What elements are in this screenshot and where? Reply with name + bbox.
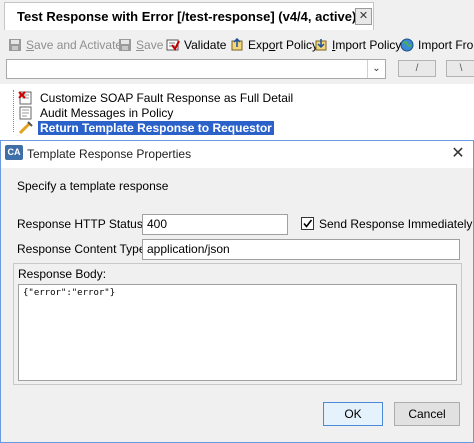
assertion-search-combo[interactable]: ⌄ <box>6 59 386 79</box>
template-response-icon <box>18 120 34 135</box>
tree-item-label: Customize SOAP Fault Response as Full De… <box>40 90 294 105</box>
validate-icon <box>166 38 180 52</box>
export-label-pre: Exp <box>248 38 269 52</box>
save-activate-label-post: ave and Activate <box>34 38 123 52</box>
save-label-post: ave <box>144 38 164 52</box>
content-type-input[interactable]: application/json <box>142 239 460 260</box>
validate-label: Validate <box>184 38 227 52</box>
import-policy-button[interactable]: Import Policy <box>314 36 401 54</box>
tree-item-selected[interactable]: Return Template Response to Requestor <box>8 120 274 135</box>
dialog-title: Template Response Properties <box>27 147 192 161</box>
export-icon <box>230 37 244 52</box>
search-next-button[interactable]: / <box>398 60 436 77</box>
dialog-titlebar[interactable]: CA Template Response Properties ✕ <box>1 141 473 168</box>
import-icon <box>314 38 328 52</box>
search-previous-button[interactable]: \ <box>446 60 474 77</box>
save-label-mnemonic: S <box>136 38 145 52</box>
audit-icon <box>18 106 34 120</box>
policy-tab[interactable]: Test Response with Error [/test-response… <box>4 2 374 30</box>
save-activate-icon <box>8 38 22 52</box>
template-response-dialog: CA Template Response Properties ✕ Specif… <box>0 140 474 443</box>
response-body-label: Response Body: <box>18 267 107 281</box>
dialog-subtitle: Specify a template response <box>17 179 169 193</box>
cancel-button[interactable]: Cancel <box>394 402 460 426</box>
tree-item[interactable]: Audit Messages in Policy <box>8 105 175 120</box>
chevron-down-icon[interactable]: ⌄ <box>367 60 385 78</box>
policy-tab-title: Test Response with Error [/test-response… <box>17 9 357 24</box>
http-status-input[interactable]: 400 <box>142 214 288 235</box>
send-immediately-label[interactable]: Send Response Immediately <box>319 217 472 231</box>
ok-button[interactable]: OK <box>323 402 383 426</box>
save-activate-label-mnemonic: S <box>26 38 35 52</box>
import-label-post: mport Policy <box>335 38 402 52</box>
export-label-post: rt Policy <box>275 38 319 52</box>
validate-button[interactable]: Validate <box>166 36 226 54</box>
filter-row: ⌄ / \ <box>0 57 474 81</box>
response-body-group: Response Body: {"error":"error"} <box>13 263 462 385</box>
tree-item-label: Audit Messages in Policy <box>40 105 174 120</box>
save-and-activate-button[interactable]: Save and Activate <box>8 36 122 54</box>
checkmark-icon <box>303 219 313 228</box>
status-label: Response HTTP Status: <box>17 217 147 231</box>
tree-item[interactable]: Customize SOAP Fault Response as Full De… <box>8 90 295 105</box>
globe-icon <box>400 38 414 52</box>
policy-toolbar: Save and Activate Save Validate Export P… <box>0 32 474 56</box>
save-icon <box>118 38 132 52</box>
tab-close-icon[interactable]: ✕ <box>355 8 372 25</box>
app-icon: CA <box>5 145 23 160</box>
policy-editor: Test Response with Error [/test-response… <box>0 0 474 140</box>
save-button[interactable]: Save <box>118 36 163 54</box>
soap-fault-icon <box>18 90 34 105</box>
response-body-textarea[interactable]: {"error":"error"} <box>18 284 457 381</box>
send-immediately-checkbox[interactable] <box>301 217 314 230</box>
import-from-label: Import From <box>418 38 474 52</box>
close-icon[interactable]: ✕ <box>447 143 469 165</box>
content-type-label: Response Content Type: <box>17 242 149 256</box>
tab-bar: Test Response with Error [/test-response… <box>0 0 474 30</box>
export-policy-button[interactable]: Export Policy <box>230 36 318 54</box>
import-from-button[interactable]: Import From <box>400 36 474 54</box>
policy-tree: Customize SOAP Fault Response as Full De… <box>0 84 474 140</box>
tree-item-label: Return Template Response to Requestor <box>38 120 274 135</box>
